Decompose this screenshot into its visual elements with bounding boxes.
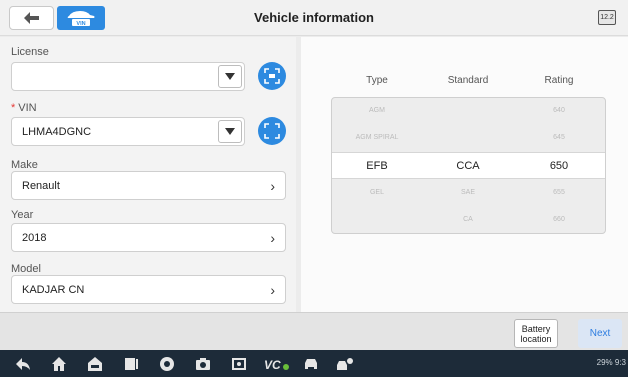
license-field[interactable] bbox=[11, 62, 245, 91]
license-scan-button[interactable] bbox=[258, 62, 286, 90]
chevron-right-icon: › bbox=[270, 230, 275, 246]
required-marker: * bbox=[11, 102, 16, 114]
type-cell: AGM SPIRAL bbox=[355, 134, 399, 141]
battery-percent: 29% bbox=[596, 358, 613, 367]
remote-car-icon[interactable] bbox=[302, 355, 320, 373]
dropdown-arrow-icon bbox=[225, 73, 235, 80]
license-dropdown-button[interactable] bbox=[218, 65, 242, 88]
picker-row[interactable]: AGM SPIRAL 645 bbox=[332, 125, 605, 152]
clock: 9:3 bbox=[614, 358, 626, 367]
vin-label-text: VIN bbox=[18, 102, 37, 114]
standard-cell: CCA bbox=[456, 160, 480, 172]
vin-field[interactable]: LHMA4DGNC bbox=[11, 117, 245, 146]
vin-value: LHMA4DGNC bbox=[22, 126, 92, 138]
system-taskbar: VC 29% 9:3 bbox=[0, 350, 628, 377]
column-header-standard: Standard bbox=[447, 75, 489, 86]
scan-icon bbox=[264, 123, 280, 139]
year-value: 2018 bbox=[22, 232, 47, 244]
chevron-right-icon: › bbox=[270, 282, 275, 298]
vci-icon[interactable]: VC bbox=[264, 355, 290, 373]
column-header-rating: Rating bbox=[544, 75, 574, 86]
scan-icon bbox=[264, 68, 280, 84]
picker-row[interactable]: GEL SAE 655 bbox=[332, 180, 605, 207]
screen-record-icon[interactable] bbox=[230, 355, 248, 373]
back-icon[interactable] bbox=[14, 355, 32, 373]
make-selector[interactable]: Renault › bbox=[11, 171, 286, 200]
svg-text:VC: VC bbox=[264, 358, 281, 371]
type-cell: EFB bbox=[366, 160, 388, 172]
type-cell: AGM bbox=[369, 107, 385, 114]
rating-cell: 640 bbox=[553, 107, 565, 114]
vin-label: * VIN bbox=[11, 102, 37, 114]
diagnostics-icon[interactable] bbox=[336, 355, 354, 373]
battery-voltage-icon[interactable]: 12.2 bbox=[598, 10, 616, 25]
top-bar: VIN Vehicle information 12.2 bbox=[0, 0, 628, 36]
vin-camera-scan-button[interactable] bbox=[258, 117, 286, 145]
rating-cell: 645 bbox=[553, 134, 565, 141]
model-label: Model bbox=[11, 263, 41, 275]
rating-cell: 650 bbox=[549, 160, 569, 172]
recent-apps-icon[interactable] bbox=[122, 355, 140, 373]
year-selector[interactable]: 2018 › bbox=[11, 223, 286, 252]
camera-icon[interactable] bbox=[194, 355, 212, 373]
vin-dropdown-button[interactable] bbox=[218, 120, 242, 143]
vehicle-form: License * VIN LHMA4DGNC Make Renault › Ye… bbox=[0, 37, 296, 312]
license-label: License bbox=[11, 46, 49, 58]
home-icon[interactable] bbox=[50, 355, 68, 373]
model-value: KADJAR CN bbox=[22, 284, 85, 296]
status-area: 29% 9:3 bbox=[597, 358, 626, 367]
battery-spec-panel: Type Standard Rating AGM 640 AGM SPIRAL … bbox=[301, 37, 628, 312]
model-selector[interactable]: KADJAR CN › bbox=[11, 275, 286, 304]
column-header-type: Type bbox=[366, 75, 388, 86]
rating-cell: 660 bbox=[553, 216, 565, 223]
dropdown-arrow-icon bbox=[225, 128, 235, 135]
battery-spec-picker[interactable]: AGM 640 AGM SPIRAL 645 EFB CCA 650 GEL S… bbox=[331, 97, 606, 234]
picker-row[interactable]: AGM 640 bbox=[332, 98, 605, 125]
picker-row[interactable]: CA 660 bbox=[332, 207, 605, 233]
rating-cell: 655 bbox=[553, 189, 565, 196]
chevron-right-icon: › bbox=[270, 178, 275, 194]
make-value: Renault bbox=[22, 180, 60, 192]
action-bar: Battery location Next bbox=[0, 312, 628, 350]
make-label: Make bbox=[11, 159, 38, 171]
type-cell: GEL bbox=[369, 189, 384, 196]
standard-cell: SAE bbox=[460, 189, 475, 196]
year-label: Year bbox=[11, 209, 34, 221]
next-button[interactable]: Next bbox=[578, 319, 622, 348]
page-title: Vehicle information bbox=[254, 10, 374, 25]
standard-cell: CA bbox=[463, 216, 473, 223]
browser-icon[interactable] bbox=[158, 355, 176, 373]
car-home-icon[interactable] bbox=[86, 355, 104, 373]
battery-location-button[interactable]: Battery location bbox=[514, 319, 558, 348]
picker-row-selected[interactable]: EFB CCA 650 bbox=[332, 152, 605, 179]
